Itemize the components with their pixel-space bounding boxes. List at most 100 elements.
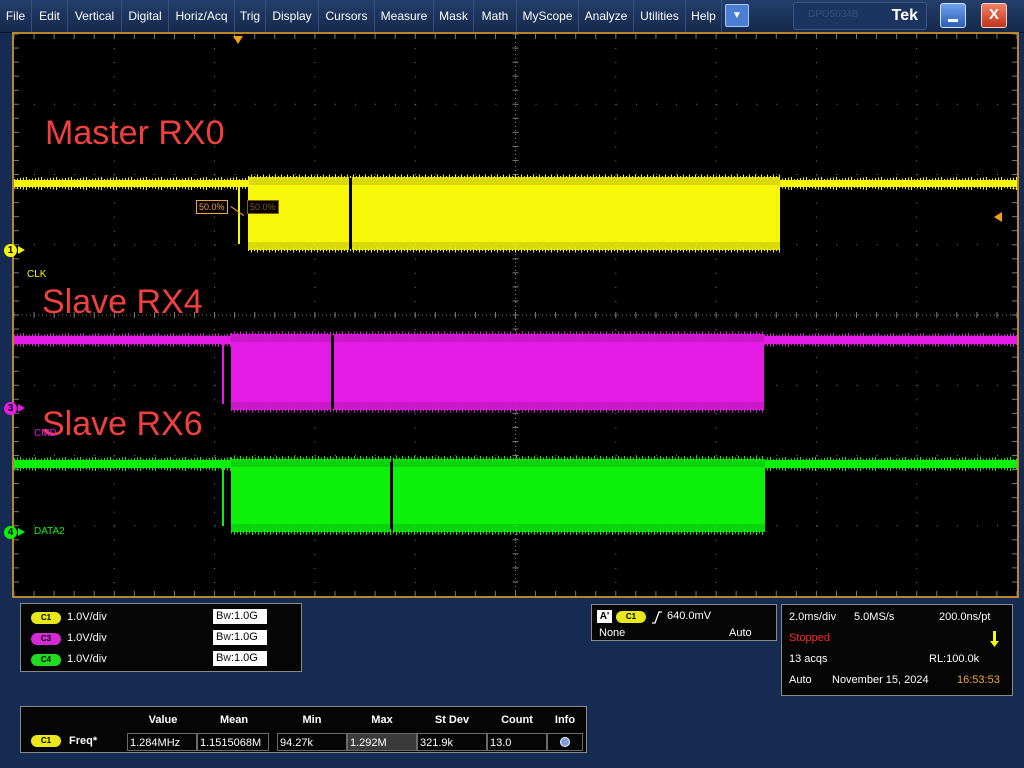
grid-dot (715, 160, 717, 162)
grid-dot (113, 160, 115, 162)
grid-dot (815, 286, 817, 288)
noise-tick (710, 249, 711, 251)
menu-measure[interactable]: Measure (375, 0, 434, 32)
noise-tick (693, 457, 694, 461)
noise-tick (378, 331, 379, 337)
grid-dot (314, 300, 316, 302)
noise-tick (536, 249, 537, 251)
noise-tick (342, 407, 343, 413)
c4-badge[interactable]: C4 (31, 654, 61, 666)
noise-tick (617, 174, 618, 180)
menu-file[interactable]: File (0, 0, 32, 32)
menu-help[interactable]: Help (686, 0, 722, 32)
grid-dot (916, 399, 918, 401)
noise-tick (647, 174, 648, 180)
noise-tick (428, 249, 429, 251)
noise-tick (959, 334, 960, 346)
grid-dot (214, 174, 216, 175)
c3-badge[interactable]: C3 (31, 633, 61, 645)
noise-tick (750, 529, 751, 535)
menu-trig[interactable]: Trig (235, 0, 266, 32)
noise-tick (342, 331, 343, 337)
menu-cursors[interactable]: Cursors (319, 0, 375, 32)
noise-tick (815, 178, 816, 189)
waveform-display[interactable]: Master RX0 Slave RX4 Slave RX6 50.0% 50.… (12, 32, 1019, 598)
noise-tick (284, 249, 285, 251)
noise-tick (992, 334, 993, 346)
noise-tick (188, 333, 189, 347)
menu-myscope[interactable]: MyScope (517, 0, 579, 32)
noise-tick (750, 331, 751, 337)
noise-tick (989, 179, 990, 188)
noise-tick (489, 530, 490, 534)
noise-tick (677, 174, 678, 180)
noise-tick (515, 247, 516, 253)
meas-source-badge[interactable]: C1 (31, 735, 61, 747)
noise-tick (704, 176, 705, 178)
measurement-panel[interactable]: Value Mean Min Max St Dev Count Info C1 … (20, 706, 587, 753)
grid-dot (495, 455, 497, 456)
grid-dot (314, 76, 316, 78)
menu-mask[interactable]: Mask (434, 0, 474, 32)
menu-math[interactable]: Math (474, 0, 517, 32)
noise-tick (732, 331, 733, 337)
noise-tick (743, 174, 744, 180)
noise-tick (393, 409, 394, 411)
trigger-position-marker[interactable] (233, 36, 243, 44)
noise-tick (303, 409, 304, 411)
noise-tick (224, 458, 225, 470)
menu-edit[interactable]: Edit (32, 0, 68, 32)
ch4-ground-marker[interactable]: 4 (4, 526, 17, 539)
noise-tick (215, 333, 216, 347)
grid-dot (414, 76, 416, 78)
noise-tick (522, 331, 523, 337)
grid-dot (916, 427, 918, 429)
noise-tick (932, 457, 933, 471)
noise-tick (926, 177, 927, 190)
menu-digital[interactable]: Digital (122, 0, 169, 32)
c4-bandwidth[interactable]: BW:1.0G (213, 651, 267, 666)
minimize-button[interactable] (940, 3, 966, 28)
grid-dot (715, 132, 717, 134)
c3-bandwidth[interactable]: BW:1.0G (213, 630, 267, 645)
noise-tick (420, 529, 421, 535)
meas-info[interactable] (547, 733, 583, 751)
noise-tick (227, 334, 228, 346)
noise-tick (56, 177, 57, 190)
noise-tick (611, 174, 612, 180)
ch1-ground-marker[interactable]: 1 (4, 244, 17, 257)
ch3-ground-marker[interactable]: 3 (4, 402, 17, 415)
trigger-panel[interactable]: A' C1 640.0mV None Auto (591, 604, 777, 641)
menu-horiz-acq[interactable]: Horiz/Acq (169, 0, 235, 32)
grid-dot (54, 384, 56, 386)
noise-tick (414, 407, 415, 413)
grid-dot (916, 160, 918, 162)
noise-tick (659, 174, 660, 180)
chevron-down-icon[interactable]: ▼ (725, 4, 749, 27)
menu-display[interactable]: Display (266, 0, 319, 32)
menu-analyze[interactable]: Analyze (579, 0, 634, 32)
noise-tick (558, 407, 559, 413)
noise-tick (534, 331, 535, 337)
noise-tick (369, 409, 370, 411)
menu-vertical[interactable]: Vertical (68, 0, 122, 32)
noise-tick (663, 409, 664, 411)
noise-tick (230, 333, 231, 347)
noise-tick (53, 459, 54, 469)
trigger-level-marker[interactable] (994, 212, 1002, 222)
noise-tick (705, 530, 706, 534)
grid-dot (174, 103, 176, 105)
noise-tick (182, 334, 183, 346)
noise-tick (227, 457, 228, 471)
close-button[interactable]: X (981, 3, 1007, 28)
menu-utilities[interactable]: Utilities (634, 0, 686, 32)
noise-tick (917, 178, 918, 189)
noise-tick (959, 179, 960, 188)
noise-tick (44, 334, 45, 346)
grid-dot (916, 413, 918, 415)
acquisition-panel[interactable]: 2.0ms/div 5.0MS/s 200.0ns/pt Stopped 13 … (781, 604, 1013, 696)
vertical-settings-panel[interactable]: C1 1.0V/div BW:1.0G C3 1.0V/div BW:1.0G … (20, 603, 302, 672)
noise-tick (851, 335, 852, 345)
c1-bandwidth[interactable]: BW:1.0G (213, 609, 267, 624)
c1-badge[interactable]: C1 (31, 612, 61, 624)
